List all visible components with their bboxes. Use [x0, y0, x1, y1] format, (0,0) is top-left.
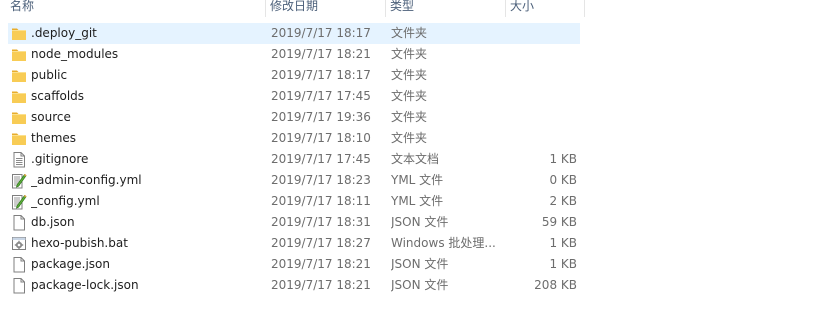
folder-icon: [11, 88, 27, 105]
column-header-size[interactable]: 大小: [508, 0, 584, 17]
file-type: Windows 批处理...: [391, 236, 496, 250]
file-size: 59 KB: [541, 215, 577, 229]
file-name: _admin-config.yml: [31, 173, 142, 187]
file-type: 文件夹: [391, 110, 428, 124]
file-type: 文件夹: [391, 68, 428, 82]
file-modified-date: 2019/7/17 18:21: [271, 278, 371, 292]
file-name: scaffolds: [31, 89, 85, 103]
folder-icon: [11, 109, 27, 126]
file-modified-date: 2019/7/17 18:31: [271, 215, 371, 229]
file-row[interactable]: _config.yml 2019/7/17 18:11 YML 文件 2 KB: [0, 191, 584, 212]
file-size: [508, 44, 577, 65]
file-row[interactable]: _admin-config.yml 2019/7/17 18:23 YML 文件 0 …: [0, 170, 584, 191]
text-document-icon: [11, 151, 27, 168]
file-type: 文件夹: [391, 89, 428, 103]
column-header-name[interactable]: 名称: [8, 0, 265, 17]
file-type: YML 文件: [391, 173, 444, 187]
folder-row[interactable]: .deploy_git 2019/7/17 18:17 文件夹: [0, 23, 584, 44]
file-type: YML 文件: [391, 194, 444, 208]
file-name: public: [31, 68, 68, 82]
file-row[interactable]: hexo-pubish.bat 2019/7/17 18:27 Windows 批处…: [0, 233, 584, 254]
file-row[interactable]: .gitignore 2019/7/17 17:45 文本文档 1 KB: [0, 149, 584, 170]
folder-row[interactable]: scaffolds 2019/7/17 17:45 文件夹: [0, 86, 584, 107]
file-row[interactable]: db.json 2019/7/17 18:31 JSON 文件 59 KB: [0, 212, 584, 233]
file-size: 1 KB: [549, 236, 577, 250]
folder-row[interactable]: node_modules 2019/7/17 18:21 文件夹: [0, 44, 584, 65]
file-type: JSON 文件: [391, 278, 449, 292]
file-size: 1 KB: [549, 152, 577, 166]
column-divider[interactable]: [584, 0, 585, 17]
file-size: [508, 86, 577, 107]
file-list: .deploy_git 2019/7/17 18:17 文件夹 node_module…: [0, 23, 584, 296]
file-size: [508, 65, 577, 86]
file-row[interactable]: package-lock.json 2019/7/17 18:21 JSON 文件 2…: [0, 275, 584, 296]
batch-file-icon: [11, 235, 27, 252]
blank-file-icon: [11, 256, 27, 273]
file-modified-date: 2019/7/17 18:27: [271, 236, 371, 250]
file-size: 208 KB: [534, 278, 577, 292]
file-row[interactable]: package.json 2019/7/17 18:21 JSON 文件 1 KB: [0, 254, 584, 275]
file-modified-date: 2019/7/17 18:17: [271, 68, 371, 82]
blank-file-icon: [11, 214, 27, 231]
file-modified-date: 2019/7/17 17:45: [271, 152, 371, 166]
file-modified-date: 2019/7/17 18:23: [271, 173, 371, 187]
file-size: [508, 23, 577, 44]
folder-row[interactable]: public 2019/7/17 18:17 文件夹: [0, 65, 584, 86]
file-size: 0 KB: [549, 173, 577, 187]
file-size: 2 KB: [549, 194, 577, 208]
yml-file-icon: [11, 193, 27, 210]
file-modified-date: 2019/7/17 18:10: [271, 131, 371, 145]
blank-file-icon: [11, 277, 27, 294]
folder-icon: [11, 67, 27, 84]
column-divider[interactable]: [385, 0, 386, 17]
column-divider[interactable]: [505, 0, 506, 17]
folder-row[interactable]: source 2019/7/17 19:36 文件夹: [0, 107, 584, 128]
file-type: 文件夹: [391, 26, 428, 40]
file-type: JSON 文件: [391, 215, 449, 229]
file-name: db.json: [31, 215, 75, 229]
file-type: 文件夹: [391, 131, 428, 145]
file-type: 文本文档: [391, 152, 440, 166]
file-size: [508, 107, 577, 128]
column-header-type[interactable]: 类型: [388, 0, 504, 17]
file-name: source: [31, 110, 71, 124]
column-header-bar: 名称 修改日期 类型 大小: [0, 0, 585, 17]
file-modified-date: 2019/7/17 19:36: [271, 110, 371, 124]
yml-file-icon: [11, 172, 27, 189]
file-type: JSON 文件: [391, 257, 449, 271]
file-modified-date: 2019/7/17 17:45: [271, 89, 371, 103]
folder-icon: [11, 25, 27, 42]
file-name: .gitignore: [31, 152, 89, 166]
folder-row[interactable]: themes 2019/7/17 18:10 文件夹: [0, 128, 584, 149]
column-divider[interactable]: [265, 0, 266, 17]
folder-icon: [11, 46, 27, 63]
file-name: themes: [31, 131, 77, 145]
file-size: [508, 128, 577, 149]
file-name: package.json: [31, 257, 111, 271]
file-name: _config.yml: [31, 194, 100, 208]
file-modified-date: 2019/7/17 18:11: [271, 194, 371, 208]
file-name: hexo-pubish.bat: [31, 236, 128, 250]
file-modified-date: 2019/7/17 18:21: [271, 257, 371, 271]
file-modified-date: 2019/7/17 18:17: [271, 26, 371, 40]
column-header-date[interactable]: 修改日期: [268, 0, 384, 17]
file-name: .deploy_git: [31, 26, 97, 40]
file-type: 文件夹: [391, 47, 428, 61]
file-size: 1 KB: [549, 257, 577, 271]
file-explorer: 名称 修改日期 类型 大小 .deploy_git 2019/7/17 18:17…: [0, 0, 822, 324]
file-name: package-lock.json: [31, 278, 139, 292]
file-modified-date: 2019/7/17 18:21: [271, 47, 371, 61]
folder-icon: [11, 130, 27, 147]
file-name: node_modules: [31, 47, 119, 61]
